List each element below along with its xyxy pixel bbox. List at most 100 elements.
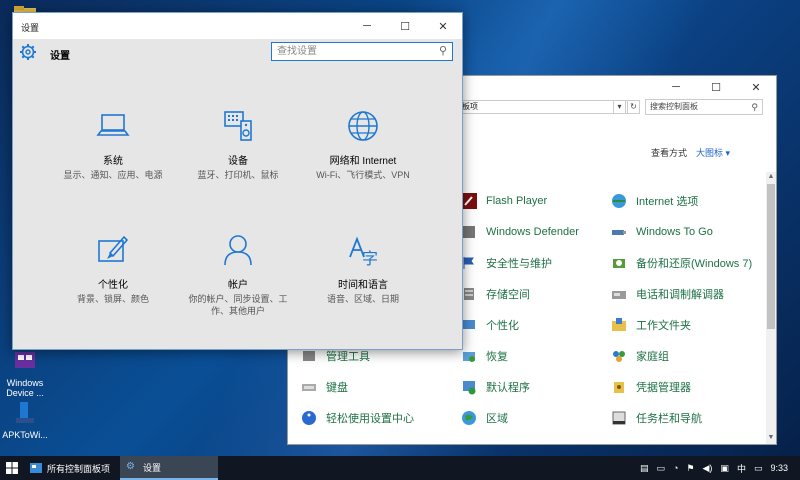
cp-item-storage-spaces[interactable]: 存储空间 bbox=[460, 284, 530, 304]
minimize-button[interactable]: ─ bbox=[348, 13, 386, 39]
taskbar-app-settings[interactable]: ⚙ 设置 bbox=[120, 456, 218, 480]
homegroup-icon bbox=[610, 347, 628, 365]
cp-item-ease-of-access[interactable]: 轻松使用设置中心 bbox=[300, 408, 414, 428]
action-center-icon[interactable]: ▭ bbox=[754, 463, 763, 474]
tile-devices[interactable]: 设备 蓝牙、打印机、鼠标 bbox=[178, 109, 298, 181]
view-by-dropdown[interactable]: 大图标 ▾ bbox=[696, 146, 730, 159]
cp-item-personalization[interactable]: 个性化 bbox=[460, 315, 519, 335]
cp-search-placeholder: 搜索控制面板 bbox=[650, 102, 698, 111]
cp-item-homegroup[interactable]: 家庭组 bbox=[610, 346, 669, 366]
close-button[interactable]: ✕ bbox=[424, 13, 462, 39]
tile-network-internet[interactable]: 网络和 Internet Wi-Fi、飞行模式、VPN bbox=[303, 109, 423, 181]
cp-item-taskbar-navigation[interactable]: 任务栏和导航 bbox=[610, 408, 702, 428]
tile-name: 时间和语言 bbox=[338, 280, 388, 291]
clock[interactable]: 9:33 bbox=[770, 463, 788, 473]
cp-item-label: 区域 bbox=[486, 413, 508, 425]
cp-window-controls: ─ ☐ ✕ bbox=[656, 76, 776, 98]
tile-accounts[interactable]: 帐户 你的帐户、同步设置、工作、其他用户 bbox=[178, 233, 298, 317]
tile-description: 你的帐户、同步设置、工作、其他用户 bbox=[188, 294, 288, 316]
keyboard-tray-icon[interactable]: ▤ bbox=[640, 463, 649, 474]
network-icon[interactable]: ▭ bbox=[656, 463, 665, 474]
refresh-icon[interactable]: ↻ bbox=[627, 100, 640, 114]
cp-item-backup-restore[interactable]: 备份和还原(Windows 7) bbox=[610, 253, 752, 273]
wifi-icon[interactable]: ◔ bbox=[673, 463, 678, 473]
ime-indicator[interactable]: 中 bbox=[737, 462, 746, 475]
taskbar-app-control-panel[interactable]: 所有控制面板项 bbox=[24, 456, 120, 480]
settings-search-input[interactable]: 查找设置 ⚲ bbox=[271, 42, 453, 61]
cp-item-label: 键盘 bbox=[326, 382, 348, 394]
taskbar-icon bbox=[610, 409, 628, 427]
globe-icon bbox=[348, 111, 378, 141]
cp-item-label: Windows Defender bbox=[486, 226, 579, 238]
gear-icon bbox=[20, 44, 36, 60]
cp-item-label: Flash Player bbox=[486, 195, 548, 207]
cp-item-keyboard[interactable]: 键盘 bbox=[300, 377, 348, 397]
tile-name: 网络和 Internet bbox=[329, 156, 397, 167]
cp-item-label: 工作文件夹 bbox=[636, 320, 691, 332]
start-button[interactable] bbox=[0, 456, 24, 480]
close-button[interactable]: ✕ bbox=[736, 76, 776, 98]
settings-search-placeholder: 查找设置 bbox=[277, 46, 317, 57]
tile-description: 背景、锁屏、颜色 bbox=[76, 294, 149, 304]
minimize-button[interactable]: ─ bbox=[656, 76, 696, 98]
settings-titlebar[interactable]: 设置 ─ ☐ ✕ bbox=[13, 13, 462, 39]
cp-item-label: 恢复 bbox=[486, 351, 508, 363]
maximize-button[interactable]: ☐ bbox=[696, 76, 736, 98]
cp-item-region[interactable]: 区域 bbox=[460, 408, 508, 428]
system-tray: ▤ ▭ ◔ ⚑ ◀) ▣ 中 ▭ 9:33 bbox=[640, 456, 800, 480]
cp-item-security-maintenance[interactable]: 安全性与维护 bbox=[460, 253, 552, 273]
tile-system[interactable]: 系统 显示、通知、应用、电源 bbox=[53, 109, 173, 181]
cp-item-label: Windows To Go bbox=[636, 226, 713, 238]
cp-item-flash-player[interactable]: Flash Player bbox=[460, 191, 547, 211]
search-icon: ⚲ bbox=[438, 45, 447, 57]
phone-modem-icon bbox=[610, 285, 628, 303]
credential-icon bbox=[610, 378, 628, 396]
cp-item-label: 个性化 bbox=[486, 320, 519, 332]
cp-item-default-programs[interactable]: 默认程序 bbox=[460, 377, 530, 397]
maximize-button[interactable]: ☐ bbox=[386, 13, 424, 39]
person-icon bbox=[224, 235, 252, 266]
tile-name: 个性化 bbox=[98, 280, 128, 291]
cp-item-label: 备份和还原(Windows 7) bbox=[636, 258, 753, 270]
desktop-icon-windows-device[interactable]: Windows Device ... bbox=[2, 348, 48, 398]
cp-item-label: Internet 选项 bbox=[636, 196, 699, 208]
cp-item-label: 任务栏和导航 bbox=[636, 413, 702, 425]
cp-item-recovery[interactable]: 恢复 bbox=[460, 346, 508, 366]
flag-tray-icon[interactable]: ⚑ bbox=[686, 463, 694, 474]
gear-icon: ⚙ bbox=[126, 461, 135, 472]
cp-item-credential-manager[interactable]: 凭据管理器 bbox=[610, 377, 691, 397]
cp-item-label: 安全性与维护 bbox=[486, 258, 552, 270]
cp-item-label: 电话和调制解调器 bbox=[636, 289, 724, 301]
globe-gear-icon bbox=[610, 192, 628, 210]
cp-item-windows-to-go[interactable]: Windows To Go bbox=[610, 222, 713, 242]
tile-time-language[interactable]: 字 时间和语言 语音、区域、日期 bbox=[303, 233, 423, 305]
cp-item-label: 存储空间 bbox=[486, 289, 530, 301]
cp-item-internet-options[interactable]: Internet 选项 bbox=[610, 191, 698, 211]
cp-item-windows-defender[interactable]: Windows Defender bbox=[460, 222, 579, 242]
cp-item-work-folders[interactable]: 工作文件夹 bbox=[610, 315, 691, 335]
desktop-icon-apktowin[interactable]: APKToWi... bbox=[2, 400, 48, 440]
view-by-label: 查看方式 bbox=[651, 148, 688, 158]
message-icon[interactable]: ▣ bbox=[720, 463, 729, 474]
apk-installer-icon bbox=[16, 402, 34, 423]
cp-item-label: 默认程序 bbox=[486, 382, 530, 394]
cp-address-bar[interactable]: 板项 bbox=[458, 100, 628, 114]
scroll-down-icon[interactable]: ▼ bbox=[767, 434, 775, 441]
default-programs-icon bbox=[460, 378, 478, 396]
cp-scroll-thumb[interactable] bbox=[767, 184, 775, 329]
tile-description: Wi-Fi、飞行模式、VPN bbox=[316, 170, 410, 180]
device-portal-icon bbox=[15, 352, 35, 368]
settings-window-controls: ─ ☐ ✕ bbox=[348, 13, 462, 39]
tile-description: 语音、区域、日期 bbox=[326, 294, 399, 304]
cp-item-phone-modem[interactable]: 电话和调制解调器 bbox=[610, 284, 724, 304]
cp-item-label: 凭据管理器 bbox=[636, 382, 691, 394]
time-language-icon: 字 bbox=[349, 236, 378, 268]
laptop-icon bbox=[96, 114, 130, 136]
tile-personalization[interactable]: 个性化 背景、锁屏、颜色 bbox=[53, 233, 173, 305]
address-dropdown-icon[interactable]: ▾ bbox=[613, 100, 626, 114]
scroll-up-icon[interactable]: ▲ bbox=[767, 173, 775, 180]
cp-search-input[interactable]: 搜索控制面板 ⚲ bbox=[645, 99, 763, 115]
cp-item-label: 家庭组 bbox=[636, 351, 669, 363]
region-icon bbox=[460, 409, 478, 427]
volume-icon[interactable]: ◀) bbox=[703, 463, 713, 474]
